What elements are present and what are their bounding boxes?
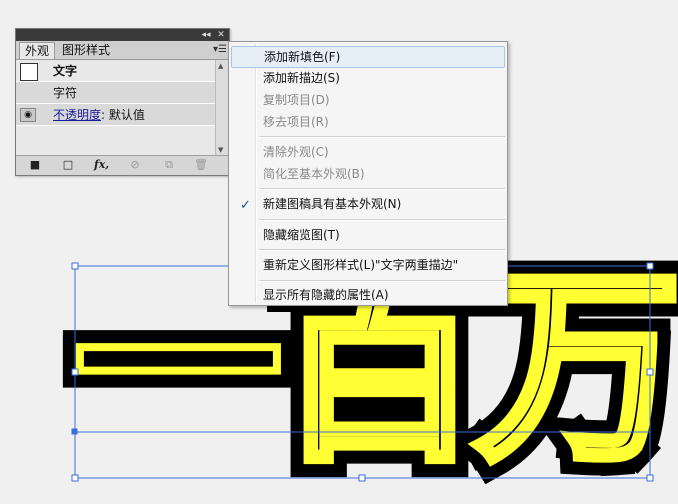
object-thumbnail — [20, 63, 38, 81]
baseline-anchor — [71, 428, 78, 435]
menu-separator — [259, 280, 505, 282]
visibility-eye-icon[interactable]: ◉ — [20, 108, 36, 122]
menu-duplicate-item[interactable]: 复制项目(D) — [231, 89, 505, 111]
appearance-panel: ◂◂ ✕ 外观 图形样式 ▾☰ 文字 字符 ◉ 不透明度: 默认值 ▲ ▼ ■ … — [15, 28, 230, 176]
appearance-row-opacity[interactable]: ◉ 不透明度: 默认值 — [16, 104, 215, 126]
handle-ml — [71, 368, 79, 376]
handle-bl — [71, 474, 79, 482]
menu-clear-appearance[interactable]: 清除外观(C) — [231, 141, 505, 163]
new-fill-icon[interactable]: □ — [61, 159, 75, 171]
menu-new-art-basic-appearance-label: 新建图稿具有基本外观(N) — [263, 197, 402, 211]
menu-new-art-basic-appearance[interactable]: ✓ 新建图稿具有基本外观(N) — [231, 193, 505, 215]
handle-br — [646, 474, 654, 482]
handle-mr — [646, 368, 654, 376]
close-panel-icon[interactable]: ✕ — [214, 29, 228, 41]
appearance-row-characters[interactable]: 字符 — [16, 82, 215, 104]
clear-icon[interactable]: ⊘ — [128, 159, 142, 171]
menu-reduce-to-basic[interactable]: 简化至基本外观(B) — [231, 163, 505, 185]
opacity-value: : 默认值 — [101, 108, 145, 122]
menu-remove-item[interactable]: 移去项目(R) — [231, 111, 505, 133]
menu-hide-thumbnail[interactable]: 隐藏缩览图(T) — [231, 224, 505, 246]
menu-add-new-stroke[interactable]: 添加新描边(S) — [231, 67, 505, 89]
checkmark-icon: ✓ — [240, 198, 251, 213]
new-stroke-icon[interactable]: ■ — [28, 159, 42, 171]
opacity-link[interactable]: 不透明度 — [53, 108, 101, 122]
panel-flyout-menu: 添加新填色(F) 添加新描边(S) 复制项目(D) 移去项目(R) 清除外观(C… — [228, 41, 508, 306]
panel-tabs: 外观 图形样式 ▾☰ — [16, 41, 229, 60]
menu-show-hidden-attributes[interactable]: 显示所有隐藏的属性(A) — [231, 284, 505, 306]
handle-tr — [646, 262, 654, 270]
object-type-label: 文字 — [53, 64, 78, 78]
tab-appearance[interactable]: 外观 — [19, 42, 56, 59]
panel-title-bar[interactable]: ◂◂ ✕ — [16, 29, 229, 41]
scroll-up-icon[interactable]: ▲ — [218, 62, 223, 70]
menu-separator — [259, 249, 505, 251]
appearance-row-header[interactable]: 文字 — [16, 60, 215, 82]
menu-redefine-graphic-style[interactable]: 重新定义图形样式(L)"文字两重描边" — [231, 254, 505, 276]
delete-icon[interactable]: 🗑 — [194, 159, 208, 171]
menu-separator — [259, 219, 505, 221]
duplicate-icon[interactable]: ⧉ — [162, 159, 176, 171]
menu-add-new-fill[interactable]: 添加新填色(F) — [231, 46, 505, 68]
collapse-panel-icon[interactable]: ◂◂ — [199, 29, 213, 41]
panel-scrollbar[interactable]: ▲ ▼ — [215, 60, 229, 156]
menu-separator — [259, 188, 505, 190]
panel-bottom-toolbar: ■ □ fx, ⊘ ⧉ 🗑 — [16, 155, 229, 175]
handle-tl — [71, 262, 79, 270]
tab-graphic-styles[interactable]: 图形样式 — [57, 42, 115, 59]
handle-bm — [358, 474, 366, 482]
panel-menu-icon[interactable]: ▾☰ — [213, 44, 227, 55]
menu-separator — [259, 136, 505, 138]
characters-label: 字符 — [53, 86, 78, 100]
fx-icon[interactable]: fx, — [94, 159, 109, 171]
scroll-down-icon[interactable]: ▼ — [218, 146, 223, 154]
